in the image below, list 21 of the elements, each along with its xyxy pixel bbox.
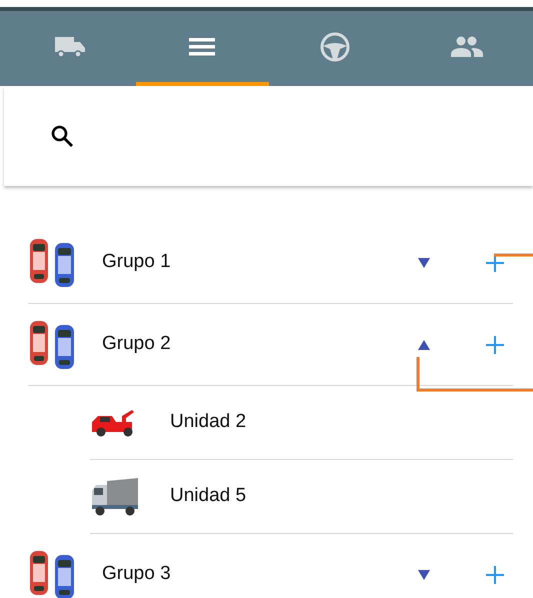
cars-icon <box>28 550 76 598</box>
people-icon <box>450 36 483 58</box>
truck-icon <box>54 34 86 58</box>
unit-name[interactable]: Unidad 5 <box>170 482 246 511</box>
plus-icon[interactable] <box>486 254 504 272</box>
unit-name[interactable]: Unidad 2 <box>170 408 246 437</box>
caret-down-icon[interactable] <box>418 258 430 268</box>
menu-icon <box>189 36 216 56</box>
cars-icon <box>28 238 76 288</box>
cars-icon <box>28 320 76 370</box>
plus-icon[interactable] <box>486 566 504 584</box>
callout-line <box>494 253 533 257</box>
search-icon[interactable] <box>50 124 74 148</box>
group-name[interactable]: Grupo 2 <box>102 330 418 359</box>
caret-up-icon[interactable] <box>418 340 430 350</box>
plus-icon[interactable] <box>486 336 504 354</box>
caret-down-icon[interactable] <box>418 570 430 580</box>
steering-wheel-icon <box>320 32 350 62</box>
box-truck-icon <box>90 476 140 516</box>
group-name[interactable]: Grupo 3 <box>102 560 418 589</box>
group-name[interactable]: Grupo 1 <box>102 248 418 277</box>
